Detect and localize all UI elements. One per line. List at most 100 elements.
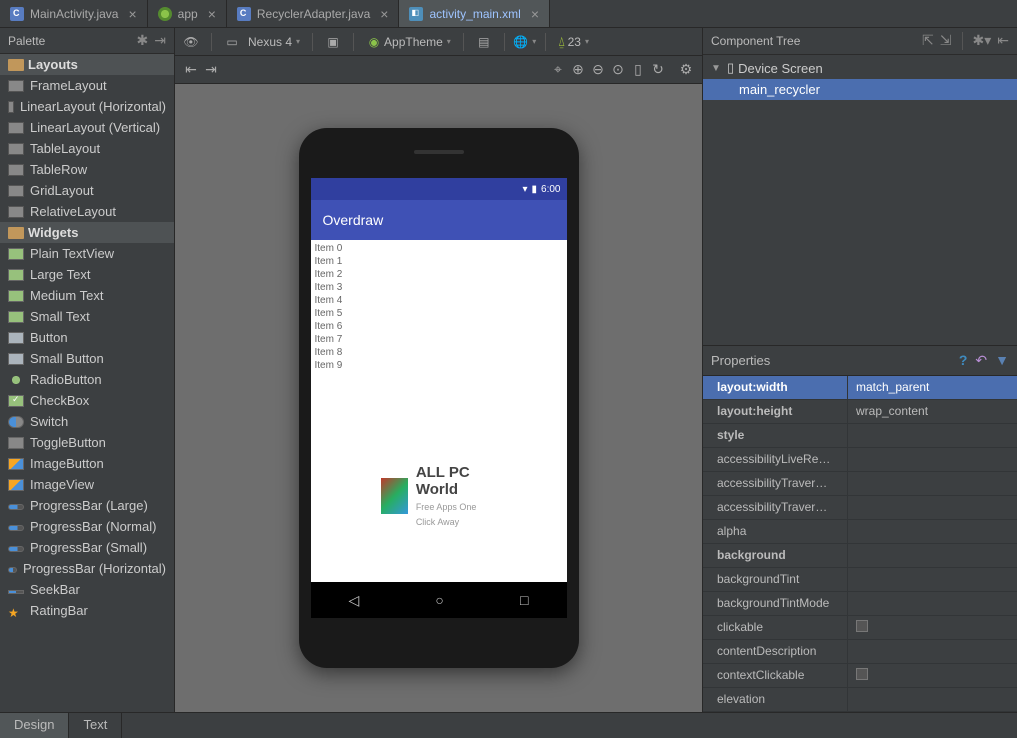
palette-item[interactable]: ToggleButton (0, 432, 174, 453)
help-icon[interactable]: ? (959, 352, 968, 369)
undo-icon[interactable]: ↶ (975, 352, 987, 369)
filter-icon[interactable]: ▼ (995, 352, 1009, 369)
property-value[interactable]: match_parent (848, 376, 1017, 399)
checkbox-icon[interactable] (856, 620, 868, 632)
property-row[interactable]: backgroundTintMode (703, 592, 1017, 616)
zoom-actual-icon[interactable]: ⊙ (610, 62, 626, 78)
checkbox-icon[interactable] (856, 668, 868, 680)
property-row[interactable]: layout:heightwrap_content (703, 400, 1017, 424)
tab-text[interactable]: Text (69, 713, 122, 738)
device-selector[interactable]: Nexus 4 (248, 35, 300, 49)
property-value[interactable] (848, 688, 1017, 711)
property-value[interactable] (848, 448, 1017, 471)
palette-item[interactable]: RelativeLayout (0, 201, 174, 222)
property-row[interactable]: style (703, 424, 1017, 448)
palette-item[interactable]: TableRow (0, 159, 174, 180)
file-tab[interactable]: app× (148, 0, 227, 27)
property-row[interactable]: elevation (703, 688, 1017, 712)
palette-item[interactable]: TableLayout (0, 138, 174, 159)
tree-gear-icon[interactable]: ✱▾ (973, 32, 992, 50)
palette-item[interactable]: ProgressBar (Horizontal) (0, 558, 174, 579)
file-tab[interactable]: activity_main.xml× (399, 0, 550, 27)
palette-item[interactable]: Medium Text (0, 285, 174, 306)
palette-item[interactable]: Button (0, 327, 174, 348)
close-icon[interactable]: × (124, 6, 136, 22)
palette-item[interactable]: ProgressBar (Normal) (0, 516, 174, 537)
file-tab[interactable]: MainActivity.java× (0, 0, 148, 27)
property-value[interactable] (848, 640, 1017, 663)
hide-icon[interactable]: ⇤ (997, 32, 1009, 50)
palette-item[interactable]: RatingBar (0, 600, 174, 621)
gear-icon[interactable]: ✱ (137, 32, 149, 49)
property-row[interactable]: contextClickable (703, 664, 1017, 688)
design-canvas[interactable]: ▾ ▮ 6:00 Overdraw Item 0Item 1Item 2Item… (175, 84, 702, 712)
palette-item[interactable]: ProgressBar (Small) (0, 537, 174, 558)
property-row[interactable]: backgroundTint (703, 568, 1017, 592)
align-right-icon[interactable]: ⇥ (203, 62, 219, 78)
list-item: Item 4 (315, 294, 563, 307)
palette-item[interactable]: Large Text (0, 264, 174, 285)
palette-item[interactable]: ImageView (0, 474, 174, 495)
palette-item[interactable]: SeekBar (0, 579, 174, 600)
palette-group-header[interactable]: Widgets (0, 222, 174, 243)
collapse-tree-icon[interactable]: ⇲ (940, 32, 952, 50)
tab-design[interactable]: Design (0, 713, 69, 738)
refresh-icon[interactable]: ↻ (650, 62, 666, 78)
close-icon[interactable]: × (376, 6, 388, 22)
property-row[interactable]: clickable (703, 616, 1017, 640)
zoom-fit-icon[interactable]: ⌖ (550, 62, 566, 78)
activity-icon[interactable]: ▤ (476, 34, 492, 50)
property-row[interactable]: layout:widthmatch_parent (703, 376, 1017, 400)
palette-item[interactable]: CheckBox (0, 390, 174, 411)
palette-item[interactable]: Small Text (0, 306, 174, 327)
palette-item[interactable]: GridLayout (0, 180, 174, 201)
palette-item[interactable]: RadioButton (0, 369, 174, 390)
property-value[interactable] (848, 592, 1017, 615)
zoom-out-icon[interactable]: ⊖ (590, 62, 606, 78)
palette-item[interactable]: Switch (0, 411, 174, 432)
property-row[interactable]: alpha (703, 520, 1017, 544)
palette-item[interactable]: ImageButton (0, 453, 174, 474)
property-value[interactable] (848, 520, 1017, 543)
align-left-icon[interactable]: ⇤ (183, 62, 199, 78)
list-item: Item 7 (315, 333, 563, 346)
property-value[interactable] (848, 496, 1017, 519)
tree-root-row[interactable]: ▼ ▯ Device Screen (703, 57, 1017, 79)
property-row[interactable]: accessibilityLiveRegion (703, 448, 1017, 472)
property-row[interactable]: accessibilityTraversalBefore (703, 496, 1017, 520)
property-row[interactable]: contentDescription (703, 640, 1017, 664)
property-row[interactable]: background (703, 544, 1017, 568)
property-value[interactable]: wrap_content (848, 400, 1017, 423)
property-value[interactable] (848, 472, 1017, 495)
api-selector[interactable]: ⍙23 (558, 34, 589, 50)
settings-icon[interactable]: ⚙ (678, 62, 694, 78)
property-value[interactable] (848, 544, 1017, 567)
palette-item[interactable]: LinearLayout (Horizontal) (0, 96, 174, 117)
palette-item[interactable]: Small Button (0, 348, 174, 369)
tree-child-row[interactable]: main_recycler (703, 79, 1017, 100)
palette-item[interactable]: Plain TextView (0, 243, 174, 264)
zoom-in-icon[interactable]: ⊕ (570, 62, 586, 78)
chevron-down-icon[interactable]: ▼ (711, 63, 723, 74)
property-value[interactable] (848, 424, 1017, 447)
property-row[interactable]: accessibilityTraversalAfter (703, 472, 1017, 496)
layout-variant-icon[interactable]: ▣ (325, 34, 341, 50)
palette-item[interactable]: ProgressBar (Large) (0, 495, 174, 516)
eye-icon[interactable]: 👁 (183, 34, 199, 50)
palette-item[interactable]: LinearLayout (Vertical) (0, 117, 174, 138)
close-icon[interactable]: × (527, 6, 539, 22)
locale-icon[interactable]: 🌐 (517, 34, 533, 50)
property-value[interactable] (848, 568, 1017, 591)
property-key: background (703, 544, 848, 567)
capture-icon[interactable]: ▯ (630, 62, 646, 78)
property-value[interactable] (848, 616, 1017, 639)
theme-selector[interactable]: ◉AppTheme (366, 34, 451, 50)
file-tab[interactable]: RecyclerAdapter.java× (227, 0, 400, 27)
expand-icon[interactable]: ⇱ (922, 32, 934, 50)
palette-group-header[interactable]: Layouts (0, 54, 174, 75)
palette-item[interactable]: FrameLayout (0, 75, 174, 96)
orientation-icon[interactable]: ▭ (224, 34, 240, 50)
property-value[interactable] (848, 664, 1017, 687)
collapse-icon[interactable]: ⇥ (154, 32, 166, 49)
close-icon[interactable]: × (204, 6, 216, 22)
